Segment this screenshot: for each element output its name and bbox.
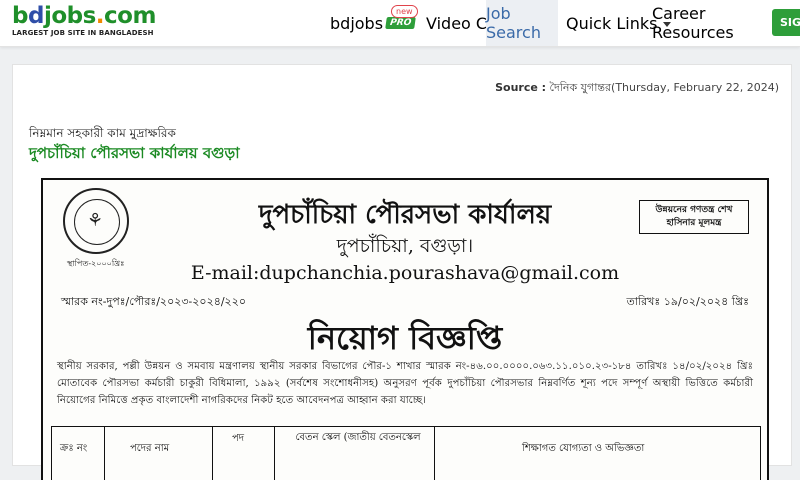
logo-tagline: LARGEST JOB SITE IN BANGLADESH (12, 29, 154, 37)
ad-body-text: স্থানীয় সরকার, পল্লী উন্নয়ন ও সমবায় ম… (57, 361, 753, 406)
ad-memo-date: তারিখঃ ১৯/০২/২০২৪ খ্রিঃ (626, 295, 749, 308)
logo-dot: . (95, 3, 105, 29)
newspaper-ad-image: ⚘ স্থাপিত-২০০০খ্রিঃ উন্নয়নের গণতন্ত্র শ… (41, 178, 769, 480)
logo-wordmark: bdjobs.com (12, 4, 156, 28)
table-divider (104, 427, 105, 480)
site-header: bdjobs.com LARGEST JOB SITE IN BANGLADES… (0, 0, 800, 47)
source-line: Source : দৈনিক যুগান্তর(Thursday, Februa… (495, 79, 779, 98)
new-badge: new (391, 5, 418, 18)
logo-letter-b: b (12, 3, 28, 29)
table-header: পদ (232, 433, 245, 444)
nav-job-search[interactable]: Job Search (486, 0, 558, 46)
ad-table: ক্রঃ নং পদের নাম পদ বেতন স্কেল (জাতীয় ব… (51, 426, 761, 480)
nav-bdjobs-pro[interactable]: bdjobs PRO new (330, 0, 418, 46)
ad-place: দুপচাঁচিয়া, বগুড়া। (336, 235, 474, 257)
nav-quick-links-label: Quick Links (566, 13, 658, 33)
table-divider (274, 427, 275, 480)
table-header: বেতন স্কেল (জাতীয় বেতনস্কেল (295, 432, 421, 443)
job-detail-card: Source : দৈনিক যুগান্তর(Thursday, Februa… (12, 64, 792, 480)
organization-name[interactable]: দুপচাঁচিয়া পৌরসভা কার্যালয় বগুড়া (29, 142, 240, 167)
table-divider (434, 427, 435, 480)
ad-email: E-mail:dupchanchia.pourashava@gmail.com (190, 262, 620, 284)
logo-com: com (104, 3, 156, 29)
nav-pro-label: bdjobs (330, 13, 384, 33)
logo-jobs: jobs (43, 3, 96, 29)
bdjobs-logo[interactable]: bdjobs.com LARGEST JOB SITE IN BANGLADES… (12, 4, 156, 37)
source-value: দৈনিক যুগান্তর(Thursday, February 22, 20… (549, 81, 779, 94)
table-divider (212, 427, 213, 480)
logo-letter-d: d (27, 3, 44, 29)
nav-career-resources-label: Career Resources (652, 4, 734, 42)
pro-badge: PRO (385, 17, 417, 29)
source-label: Source : (495, 81, 547, 94)
sign-in-button[interactable]: SIG (772, 9, 800, 36)
ad-memo-number: স্মারক নং-দুপঃ/পৌরঃ/২০২৩-২০২৪/২২০ (61, 295, 247, 308)
